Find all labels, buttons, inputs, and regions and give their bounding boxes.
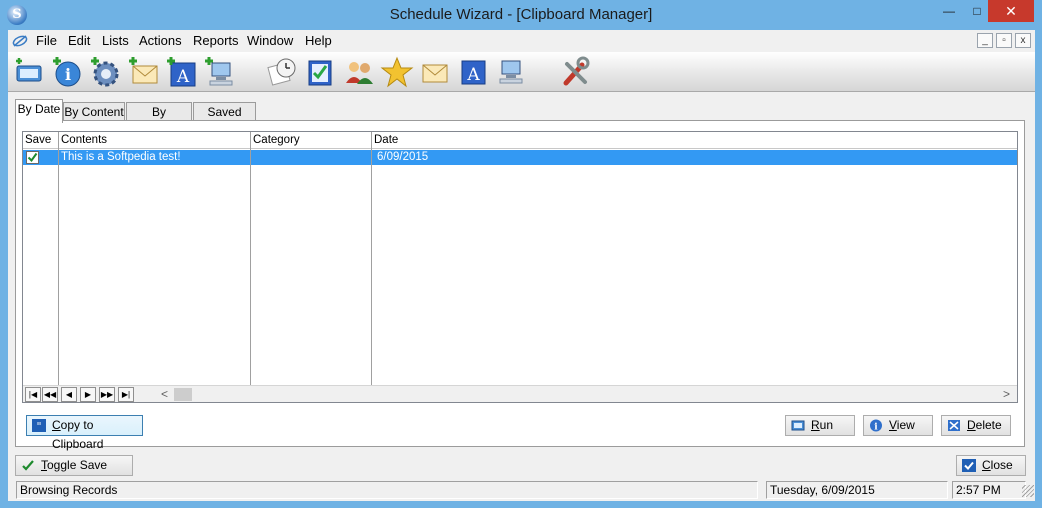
status-message: Browsing Records bbox=[16, 481, 758, 499]
minimize-button[interactable]: — bbox=[934, 0, 964, 22]
column-header-contents[interactable]: Contents bbox=[59, 132, 251, 149]
delete-button[interactable]: Delete bbox=[941, 415, 1011, 436]
column-divider bbox=[250, 149, 251, 385]
toolbar: i A A bbox=[8, 52, 1035, 92]
next-record-button[interactable]: ▶ bbox=[80, 387, 96, 402]
email-add-icon[interactable] bbox=[126, 55, 160, 89]
network-icon[interactable] bbox=[494, 55, 528, 89]
svg-text:i: i bbox=[874, 423, 878, 433]
mdi-minimize-button[interactable]: _ bbox=[977, 33, 993, 48]
menu-window[interactable]: Window bbox=[247, 33, 293, 49]
toggle-save-button[interactable]: Toggle Save bbox=[15, 455, 133, 476]
svg-text:A: A bbox=[466, 65, 480, 85]
check-box-icon bbox=[962, 459, 976, 472]
checkmark-icon bbox=[27, 152, 38, 163]
text-add-icon[interactable]: A bbox=[164, 55, 198, 89]
svg-text:": " bbox=[36, 420, 41, 432]
task-check-icon[interactable] bbox=[304, 55, 338, 89]
window-title: Schedule Wizard - [Clipboard Manager] bbox=[389, 6, 653, 23]
column-divider bbox=[58, 149, 59, 385]
cell-contents: This is a Softpedia test! bbox=[61, 151, 181, 163]
resize-grip-icon[interactable] bbox=[1022, 485, 1034, 497]
first-record-button[interactable]: |◀ bbox=[25, 387, 41, 402]
app-window: S Schedule Wizard - [Clipboard Manager] … bbox=[0, 0, 1042, 508]
app-menu-icon[interactable] bbox=[12, 34, 28, 48]
view-button[interactable]: i View bbox=[863, 415, 933, 436]
next-page-button[interactable]: ▶▶ bbox=[99, 387, 115, 402]
new-schedule-icon[interactable] bbox=[12, 55, 46, 89]
previous-page-button[interactable]: ◀◀ bbox=[42, 387, 58, 402]
delete-icon bbox=[948, 420, 960, 431]
run-button[interactable]: Run bbox=[785, 415, 855, 436]
close-label: Close bbox=[982, 458, 1013, 472]
column-header-save[interactable]: Save bbox=[23, 132, 59, 149]
copy-to-clipboard-label: Copy to Clipboard bbox=[52, 418, 104, 451]
text-icon[interactable]: A bbox=[456, 55, 490, 89]
menu-actions[interactable]: Actions bbox=[139, 33, 182, 49]
status-date: Tuesday, 6/09/2015 bbox=[766, 481, 948, 499]
email-icon[interactable] bbox=[418, 55, 452, 89]
cell-category bbox=[251, 150, 372, 165]
menu-bar: File Edit Lists Actions Reports Window H… bbox=[8, 30, 1035, 52]
records-grid[interactable]: Save Contents Category Date This is a So… bbox=[22, 131, 1018, 403]
view-label: View bbox=[889, 418, 915, 432]
info-icon: i bbox=[870, 419, 882, 433]
scroll-right-button[interactable]: > bbox=[998, 386, 1015, 402]
settings-add-icon[interactable] bbox=[88, 55, 122, 89]
menu-file[interactable]: File bbox=[36, 33, 57, 49]
client-area: File Edit Lists Actions Reports Window H… bbox=[8, 30, 1035, 501]
scroll-left-button[interactable]: < bbox=[156, 386, 173, 402]
svg-text:A: A bbox=[176, 67, 190, 87]
close-window-button[interactable]: ✕ bbox=[988, 0, 1034, 22]
schedule-clock-icon[interactable] bbox=[264, 55, 298, 89]
cell-date: 6/09/2015 bbox=[377, 151, 429, 163]
copy-to-clipboard-button[interactable]: " Copy to Clipboard bbox=[26, 415, 143, 451]
grid-footer: |◀ ◀◀ ◀ ▶ ▶▶ ▶| < > bbox=[23, 385, 1017, 402]
close-button[interactable]: Close bbox=[956, 455, 1026, 476]
table-row[interactable]: This is a Softpedia test! 6/09/2015 bbox=[23, 150, 1017, 165]
mdi-restore-button[interactable]: ▫ bbox=[996, 33, 1012, 48]
run-icon bbox=[791, 420, 805, 431]
svg-text:i: i bbox=[65, 65, 71, 84]
info-add-icon[interactable]: i bbox=[50, 55, 84, 89]
status-bar: Browsing Records Tuesday, 6/09/2015 2:57… bbox=[8, 479, 1035, 501]
network-add-icon[interactable] bbox=[202, 55, 236, 89]
menu-lists[interactable]: Lists bbox=[102, 33, 129, 49]
contacts-icon[interactable] bbox=[342, 55, 376, 89]
horizontal-scrollbar[interactable]: < > bbox=[156, 386, 1017, 402]
run-label: Run bbox=[811, 418, 834, 432]
menu-help[interactable]: Help bbox=[305, 33, 332, 49]
scroll-thumb[interactable] bbox=[174, 388, 192, 401]
tools-icon[interactable] bbox=[558, 55, 592, 89]
checkmark-icon bbox=[22, 460, 34, 471]
column-header-category[interactable]: Category bbox=[251, 132, 372, 149]
last-record-button[interactable]: ▶| bbox=[118, 387, 134, 402]
mdi-close-button[interactable]: x bbox=[1015, 33, 1031, 48]
tab-by-date[interactable]: By Date bbox=[15, 99, 63, 123]
delete-label: Delete bbox=[967, 418, 1002, 432]
toggle-save-label: Toggle Save bbox=[41, 458, 108, 472]
previous-record-button[interactable]: ◀ bbox=[61, 387, 77, 402]
favorites-star-icon[interactable] bbox=[380, 55, 414, 89]
status-time: 2:57 PM bbox=[952, 481, 1026, 499]
column-header-date[interactable]: Date bbox=[372, 132, 1017, 149]
menu-edit[interactable]: Edit bbox=[68, 33, 90, 49]
column-divider bbox=[371, 149, 372, 385]
quote-icon: " bbox=[32, 419, 46, 432]
title-bar[interactable]: S Schedule Wizard - [Clipboard Manager] … bbox=[0, 0, 1042, 30]
save-checkbox[interactable] bbox=[26, 151, 39, 164]
grid-header: Save Contents Category Date bbox=[23, 132, 1017, 149]
menu-reports[interactable]: Reports bbox=[193, 33, 239, 49]
